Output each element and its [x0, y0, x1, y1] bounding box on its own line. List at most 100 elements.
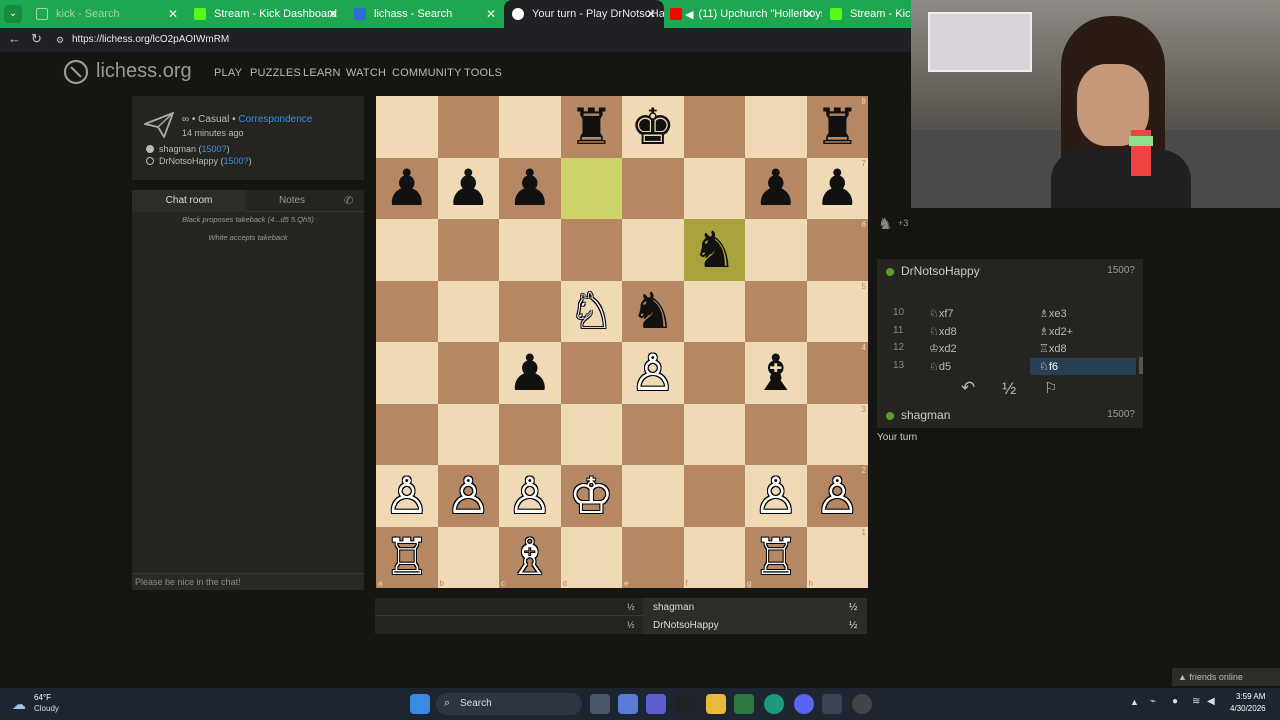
square-b4[interactable]	[437, 342, 499, 404]
square-e3[interactable]	[622, 403, 684, 465]
nav-tools[interactable]: TOOLS	[464, 67, 502, 79]
browser-tab[interactable]: kick - Search ✕	[28, 0, 186, 28]
white-move[interactable]: ♘d5	[929, 360, 951, 373]
taskbar-search[interactable]: ⌕ Search	[436, 693, 582, 715]
piece-h7[interactable]: ♟	[815, 163, 860, 213]
white-move[interactable]: ♘xd8	[929, 325, 957, 338]
piece-f6[interactable]: ♞	[692, 225, 737, 275]
wifi-icon[interactable]: ≋	[1192, 696, 1200, 707]
close-icon[interactable]: ✕	[804, 7, 814, 21]
white-player-line[interactable]: shagman (1500?)	[146, 144, 230, 154]
square-d8[interactable]: ♜	[560, 96, 622, 158]
square-h6[interactable]: 6	[806, 219, 868, 281]
tray-chevron-icon[interactable]: ▲	[1130, 697, 1139, 707]
square-e8[interactable]: ♚	[622, 96, 684, 158]
top-player-name[interactable]: DrNotsoHappy	[901, 264, 980, 278]
reload-icon[interactable]: ↻	[31, 31, 42, 47]
square-c3[interactable]	[499, 403, 561, 465]
piece-c7[interactable]: ♟	[507, 163, 552, 213]
square-h2[interactable]: ♙ 2	[806, 465, 868, 527]
resign-flag-icon[interactable]: ⚐	[1044, 379, 1057, 397]
square-d7[interactable]	[560, 157, 622, 219]
result-player-name[interactable]: shagman	[653, 602, 694, 613]
square-c7[interactable]: ♟	[499, 157, 561, 219]
tab-list-button[interactable]: ⌄	[4, 5, 22, 23]
square-h5[interactable]: 5	[806, 280, 868, 342]
discord-icon[interactable]	[794, 694, 814, 714]
back-icon[interactable]: ←	[8, 31, 21, 46]
square-f3[interactable]	[683, 403, 745, 465]
piece-d2[interactable]: ♔	[569, 471, 614, 521]
piece-e5[interactable]: ♞	[630, 286, 675, 336]
square-d3[interactable]	[560, 403, 622, 465]
white-move[interactable]: ♔xd2	[929, 342, 957, 355]
piece-c2[interactable]: ♙	[507, 471, 552, 521]
nav-play[interactable]: PLAY	[214, 67, 242, 79]
teams-icon[interactable]	[646, 694, 666, 714]
piece-h8[interactable]: ♜	[815, 102, 860, 152]
square-h3[interactable]: 3	[806, 403, 868, 465]
square-g6[interactable]	[745, 219, 807, 281]
square-c2[interactable]: ♙	[499, 465, 561, 527]
result-player-name[interactable]: DrNotsoHappy	[653, 620, 719, 631]
url-input[interactable]: ⚙ https://lichess.org/lcO2pAOIWmRM	[50, 31, 910, 49]
square-e7[interactable]	[622, 157, 684, 219]
obs-icon[interactable]	[822, 694, 842, 714]
browser-tab[interactable]: Stream - Kick Dashboard ✕	[186, 0, 346, 28]
takeback-icon[interactable]: ↶	[961, 378, 975, 398]
offer-draw-button[interactable]: ½	[1002, 379, 1016, 399]
piece-c1[interactable]: ♗	[507, 532, 552, 582]
tab-chat-room[interactable]: Chat room	[132, 190, 246, 212]
square-g8[interactable]	[745, 96, 807, 158]
square-g3[interactable]	[745, 403, 807, 465]
tab-notes[interactable]: Notes	[246, 190, 338, 212]
piece-e8[interactable]: ♚	[630, 102, 675, 152]
square-c8[interactable]	[499, 96, 561, 158]
start-icon[interactable]	[410, 694, 430, 714]
copilot-icon[interactable]	[618, 694, 638, 714]
piece-c4[interactable]: ♟	[507, 348, 552, 398]
square-b7[interactable]: ♟	[437, 157, 499, 219]
square-f8[interactable]	[683, 96, 745, 158]
close-icon[interactable]: ✕	[486, 7, 496, 21]
square-h7[interactable]: ♟ 7	[806, 157, 868, 219]
square-a4[interactable]	[376, 342, 438, 404]
piece-h2[interactable]: ♙	[815, 471, 860, 521]
volume-icon[interactable]: ◀	[1207, 696, 1215, 707]
white-player-name[interactable]: shagman	[159, 144, 196, 154]
nav-learn[interactable]: LEARN	[303, 67, 341, 79]
square-f6[interactable]: ♞	[683, 219, 745, 281]
file-explorer-icon[interactable]	[706, 694, 726, 714]
edge-icon[interactable]	[764, 694, 784, 714]
chat-input[interactable]: Please be nice in the chat!	[132, 573, 364, 590]
square-g4[interactable]: ♝	[745, 342, 807, 404]
weather-cloud-icon[interactable]: ☁	[12, 696, 26, 713]
piece-a2[interactable]: ♙	[384, 471, 429, 521]
square-h4[interactable]: 4	[806, 342, 868, 404]
piece-b7[interactable]: ♟	[446, 163, 491, 213]
square-f7[interactable]	[683, 157, 745, 219]
close-icon[interactable]: ✕	[168, 7, 178, 21]
piece-a7[interactable]: ♟	[384, 163, 429, 213]
browser-tab[interactable]: lichass - Search ✕	[346, 0, 504, 28]
piece-g4[interactable]: ♝	[753, 348, 798, 398]
square-g1[interactable]: ♖ g	[745, 526, 807, 588]
phone-icon[interactable]: ✆	[344, 194, 353, 207]
move-list-scrollbar[interactable]	[1139, 357, 1143, 374]
clock-time[interactable]: 3:59 AM	[1236, 692, 1265, 701]
square-e1[interactable]: e	[622, 526, 684, 588]
browser-tab[interactable]: ◀ (11) Upchurch "Hollerboys" (l ✕	[664, 0, 822, 28]
hulu-icon[interactable]	[676, 694, 696, 714]
nav-puzzles[interactable]: PUZZLES	[250, 67, 301, 79]
square-b5[interactable]	[437, 280, 499, 342]
square-h1[interactable]: 1h	[806, 526, 868, 588]
square-d1[interactable]: d	[560, 526, 622, 588]
square-b3[interactable]	[437, 403, 499, 465]
black-player-line[interactable]: DrNotsoHappy (1500?)	[146, 156, 252, 166]
square-a3[interactable]	[376, 403, 438, 465]
square-a1[interactable]: ♖ a	[376, 526, 438, 588]
mic-icon[interactable]: ●	[1172, 696, 1178, 707]
lichess-logo-icon[interactable]	[62, 58, 90, 86]
square-h8[interactable]: ♜ 8	[806, 96, 868, 158]
black-move[interactable]: ♖xd8	[1039, 342, 1067, 355]
